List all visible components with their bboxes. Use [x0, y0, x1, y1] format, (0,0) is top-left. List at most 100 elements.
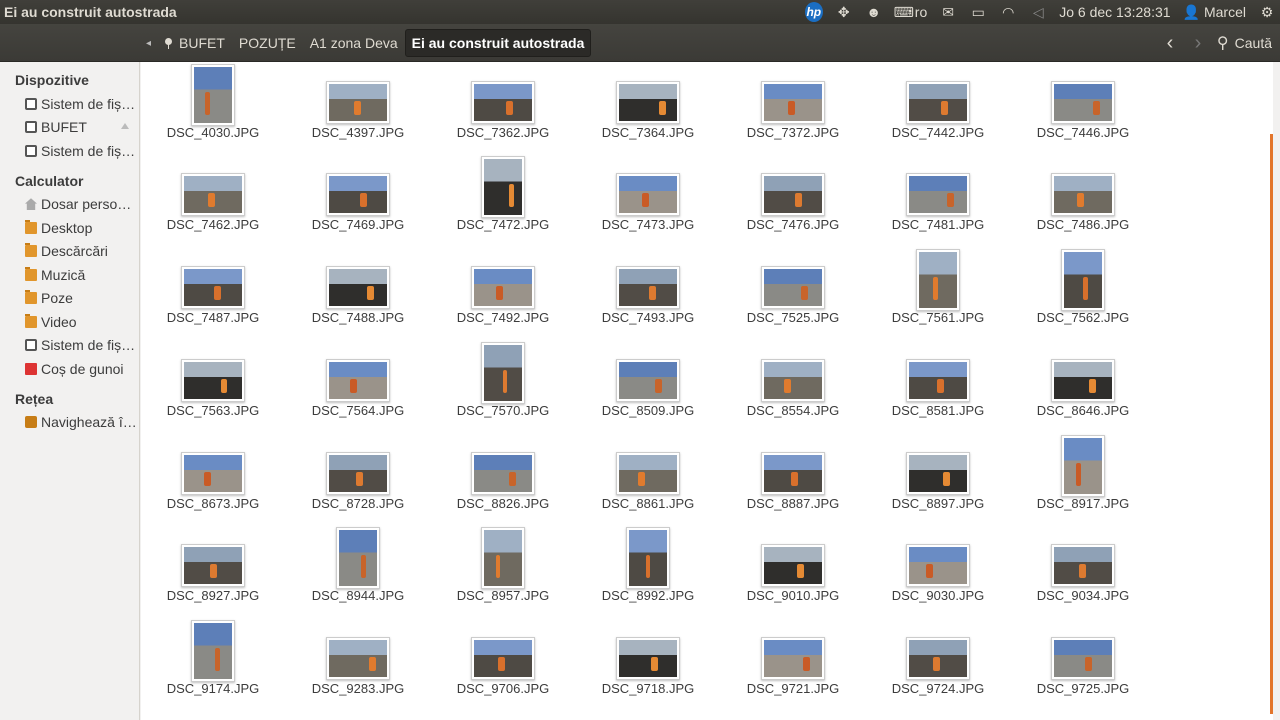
file-item[interactable]: DSC_7563.JPG — [158, 334, 268, 424]
file-item[interactable]: DSC_9010.JPG — [738, 519, 848, 609]
file-item[interactable]: DSC_9174.JPG — [158, 612, 268, 702]
breadcrumb-label: BUFET — [179, 35, 225, 51]
keyboard-icon[interactable]: ⌨ — [894, 3, 914, 21]
file-item[interactable]: DSC_9706.JPG — [448, 612, 558, 702]
image-thumbnail — [481, 342, 525, 404]
file-item[interactable]: DSC_7473.JPG — [593, 148, 703, 238]
scrollbar[interactable] — [1270, 134, 1273, 714]
file-item[interactable]: DSC_7372.JPG — [738, 62, 848, 146]
file-item[interactable]: DSC_7488.JPG — [303, 241, 413, 331]
image-thumbnail — [616, 173, 680, 216]
file-item[interactable]: DSC_8944.JPG — [303, 519, 413, 609]
file-item[interactable]: DSC_7486.JPG — [1028, 148, 1138, 238]
file-item[interactable]: DSC_7472.JPG — [448, 148, 558, 238]
volume-icon[interactable]: ◁ — [1029, 3, 1047, 21]
file-item[interactable]: DSC_9030.JPG — [883, 519, 993, 609]
file-item[interactable]: DSC_8673.JPG — [158, 427, 268, 517]
file-item[interactable]: DSC_7525.JPG — [738, 241, 848, 331]
file-item[interactable]: DSC_7362.JPG — [448, 62, 558, 146]
file-item[interactable]: DSC_8646.JPG — [1028, 334, 1138, 424]
image-thumbnail — [191, 64, 235, 126]
user-menu[interactable]: 👤 Marcel — [1183, 4, 1246, 21]
image-thumbnail — [326, 637, 390, 680]
drive-icon — [25, 144, 37, 157]
gear-icon[interactable]: ⚙ — [1258, 3, 1276, 21]
sidebar-item[interactable]: Muzică — [0, 263, 139, 287]
file-item[interactable]: DSC_8917.JPG — [1028, 427, 1138, 517]
battery-icon[interactable]: ▭ — [969, 3, 987, 21]
sidebar-item[interactable]: Sistem de fiș… — [0, 334, 139, 358]
sidebar-item[interactable]: BUFET — [0, 116, 139, 140]
sidebar-item[interactable]: Desktop — [0, 216, 139, 240]
file-item[interactable]: DSC_7469.JPG — [303, 148, 413, 238]
clock[interactable]: Jo 6 dec 13:28:31 — [1059, 4, 1170, 20]
breadcrumb-left-arrow-icon[interactable]: ◂ — [140, 38, 157, 49]
image-thumbnail — [906, 359, 970, 402]
image-thumbnail — [906, 452, 970, 495]
file-item[interactable]: DSC_9034.JPG — [1028, 519, 1138, 609]
sidebar-item[interactable]: Video — [0, 310, 139, 334]
eject-icon[interactable] — [121, 122, 129, 129]
back-button[interactable]: ‹ — [1160, 29, 1180, 57]
top-panel: Ei au construit autostrada hp ✥ ☻ ⌨ ro ✉… — [0, 0, 1280, 24]
wifi-icon[interactable]: ◠ — [999, 3, 1017, 21]
sidebar-item[interactable]: Poze — [0, 287, 139, 311]
file-item[interactable]: DSC_8728.JPG — [303, 427, 413, 517]
file-item[interactable]: DSC_7564.JPG — [303, 334, 413, 424]
file-item[interactable]: DSC_7493.JPG — [593, 241, 703, 331]
file-item[interactable]: DSC_9718.JPG — [593, 612, 703, 702]
breadcrumb-bufet[interactable]: BUFET — [157, 29, 232, 57]
sidebar-item[interactable]: Navighează î… — [0, 411, 139, 435]
hp-icon[interactable]: hp — [804, 2, 823, 22]
file-item[interactable]: DSC_7562.JPG — [1028, 241, 1138, 331]
file-view[interactable]: DSC_4030.JPG DSC_4397.JPG DSC_7362.JPG DSC_… — [141, 62, 1273, 720]
sidebar-item[interactable]: Descărcări — [0, 240, 139, 264]
file-name: DSC_7487.JPG — [166, 310, 260, 325]
skype-icon[interactable]: ☻ — [865, 3, 883, 21]
file-item[interactable]: DSC_9724.JPG — [883, 612, 993, 702]
network-icon — [25, 416, 37, 429]
file-item[interactable]: DSC_7476.JPG — [738, 148, 848, 238]
keyboard-layout[interactable]: ro — [915, 4, 927, 20]
sidebar-item[interactable]: Sistem de fiș… — [0, 92, 139, 116]
file-item[interactable]: DSC_7442.JPG — [883, 62, 993, 146]
sidebar-item[interactable]: Coș de gunoi — [0, 357, 139, 381]
file-item[interactable]: DSC_9725.JPG — [1028, 612, 1138, 702]
file-item[interactable]: DSC_8897.JPG — [883, 427, 993, 517]
file-name: DSC_9725.JPG — [1036, 681, 1130, 696]
file-item[interactable]: DSC_7487.JPG — [158, 241, 268, 331]
file-item[interactable]: DSC_7492.JPG — [448, 241, 558, 331]
image-thumbnail — [181, 266, 245, 309]
file-item[interactable]: DSC_8581.JPG — [883, 334, 993, 424]
drive-icon — [25, 121, 37, 134]
file-item[interactable]: DSC_7446.JPG — [1028, 62, 1138, 146]
breadcrumb-current-folder[interactable]: Ei au construit autostrada — [404, 29, 592, 57]
file-item[interactable]: DSC_9721.JPG — [738, 612, 848, 702]
file-item[interactable]: DSC_7462.JPG — [158, 148, 268, 238]
file-item[interactable]: DSC_7364.JPG — [593, 62, 703, 146]
breadcrumb-pozute[interactable]: POZUȚE — [232, 29, 303, 57]
file-item[interactable]: DSC_7481.JPG — [883, 148, 993, 238]
file-item[interactable]: DSC_8992.JPG — [593, 519, 703, 609]
file-item[interactable]: DSC_8509.JPG — [593, 334, 703, 424]
file-item[interactable]: DSC_9283.JPG — [303, 612, 413, 702]
file-item[interactable]: DSC_8957.JPG — [448, 519, 558, 609]
sidebar-item[interactable]: Sistem de fiș… — [0, 139, 139, 163]
search-button[interactable]: ⚲ Caută — [1217, 29, 1272, 57]
file-item[interactable]: DSC_4397.JPG — [303, 62, 413, 146]
breadcrumb-a1-zona-deva[interactable]: A1 zona Deva — [303, 29, 405, 57]
file-item[interactable]: DSC_8554.JPG — [738, 334, 848, 424]
file-name: DSC_9030.JPG — [891, 588, 985, 603]
file-item[interactable]: DSC_8887.JPG — [738, 427, 848, 517]
file-item[interactable]: DSC_8927.JPG — [158, 519, 268, 609]
mail-icon[interactable]: ✉ — [939, 3, 957, 21]
sidebar-item[interactable]: Dosar perso… — [0, 193, 139, 217]
file-item[interactable]: DSC_4030.JPG — [158, 62, 268, 146]
file-item[interactable]: DSC_8861.JPG — [593, 427, 703, 517]
file-item[interactable]: DSC_7561.JPG — [883, 241, 993, 331]
forward-button[interactable]: › — [1188, 29, 1208, 57]
file-name: DSC_7562.JPG — [1036, 310, 1130, 325]
dropbox-icon[interactable]: ✥ — [835, 3, 853, 21]
file-item[interactable]: DSC_8826.JPG — [448, 427, 558, 517]
file-item[interactable]: DSC_7570.JPG — [448, 334, 558, 424]
